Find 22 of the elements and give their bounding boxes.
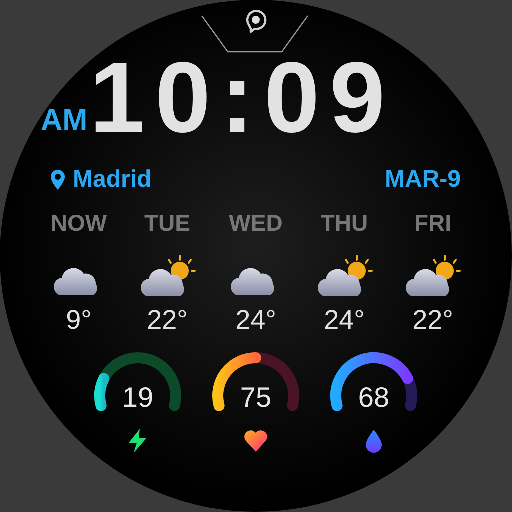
temperature: 22° [147, 305, 188, 336]
day-label: NOW [50, 210, 108, 237]
temperature: 24° [236, 305, 276, 336]
gauge-value: 68 [358, 382, 390, 414]
date-label: MAR-9 [385, 166, 461, 194]
temperature: 24° [324, 305, 365, 336]
sun-cloud-icon [405, 255, 461, 297]
am-pm-label: AM [41, 104, 88, 138]
day-label: TUE [144, 210, 190, 237]
sun-cloud-icon [316, 255, 372, 297]
temperature: 9° [66, 305, 92, 336]
gauge-value: 19 [122, 382, 154, 414]
temperature: 22° [412, 305, 454, 336]
time-display: 10:09 [90, 48, 396, 148]
location-pin-icon [51, 170, 65, 190]
day-label: THU [320, 210, 368, 237]
gauge-value: 75 [240, 382, 272, 414]
sun-cloud-icon [140, 255, 196, 297]
heart-icon [243, 428, 269, 454]
day-label: FRI [414, 210, 452, 237]
day-label: WED [229, 210, 283, 237]
location-label: Madrid [73, 166, 152, 194]
